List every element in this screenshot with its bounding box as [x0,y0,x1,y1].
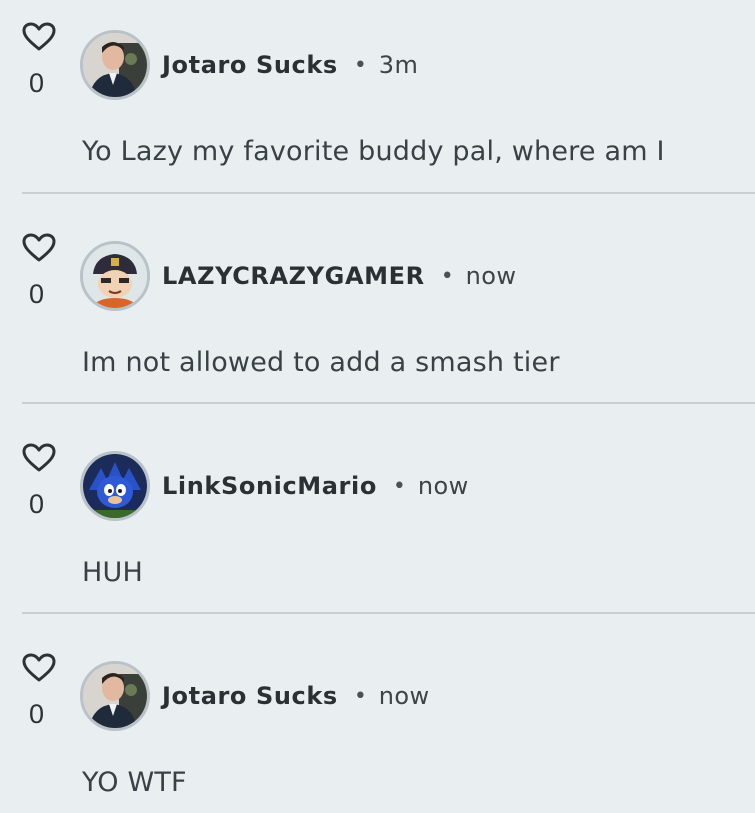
comment-item: 0 LinkSonicMario • now HUH [0,431,755,641]
like-count: 0 [29,489,45,519]
comment-text: YO WTF [82,767,187,798]
username[interactable]: LinkSonicMario [162,472,377,500]
comment-text: HUH [82,557,143,588]
heart-icon [22,22,56,51]
divider [22,612,755,614]
separator-dot: • [440,263,454,289]
username[interactable]: Jotaro Sucks [162,51,338,79]
comment-meta: LAZYCRAZYGAMER • now [162,259,516,293]
like-count: 0 [29,699,45,729]
comment-text: Im not allowed to add a smash tier [82,347,560,378]
timestamp: now [378,682,430,710]
comment-item: 0 Jotaro Sucks • now YO WTF [0,641,755,813]
separator-dot: • [353,52,367,78]
heart-icon [22,233,56,262]
username[interactable]: Jotaro Sucks [162,682,338,710]
like-button[interactable] [22,22,56,52]
comment-feed: 0 Jotaro Sucks • 3m Yo Lazy my favorite … [0,0,755,813]
comment-meta: Jotaro Sucks • 3m [162,48,418,82]
divider [22,192,755,194]
timestamp: 3m [378,51,419,79]
divider [22,402,755,404]
username[interactable]: LAZYCRAZYGAMER [162,262,425,290]
man-in-suit-avatar-icon[interactable] [80,661,150,731]
man-in-suit-avatar-icon[interactable] [80,30,150,100]
separator-dot: • [392,473,406,499]
heart-icon [22,653,56,682]
comment-item: 0 Jotaro Sucks • 3m Yo Lazy my favorite … [0,10,755,220]
cartoon-character-avatar-icon[interactable] [80,241,150,311]
timestamp: now [465,262,517,290]
like-count: 0 [29,68,45,98]
blue-hedgehog-avatar-icon[interactable] [80,451,150,521]
comment-meta: Jotaro Sucks • now [162,679,430,713]
like-button[interactable] [22,443,56,473]
timestamp: now [417,472,469,500]
like-button[interactable] [22,653,56,683]
separator-dot: • [353,683,367,709]
comment-text: Yo Lazy my favorite buddy pal, where am … [82,136,665,167]
like-button[interactable] [22,233,56,263]
comment-item: 0 LAZYCRAZYGAMER • now Im not allowed to… [0,221,755,431]
comment-meta: LinkSonicMario • now [162,469,469,503]
like-count: 0 [29,279,45,309]
heart-icon [22,443,56,472]
